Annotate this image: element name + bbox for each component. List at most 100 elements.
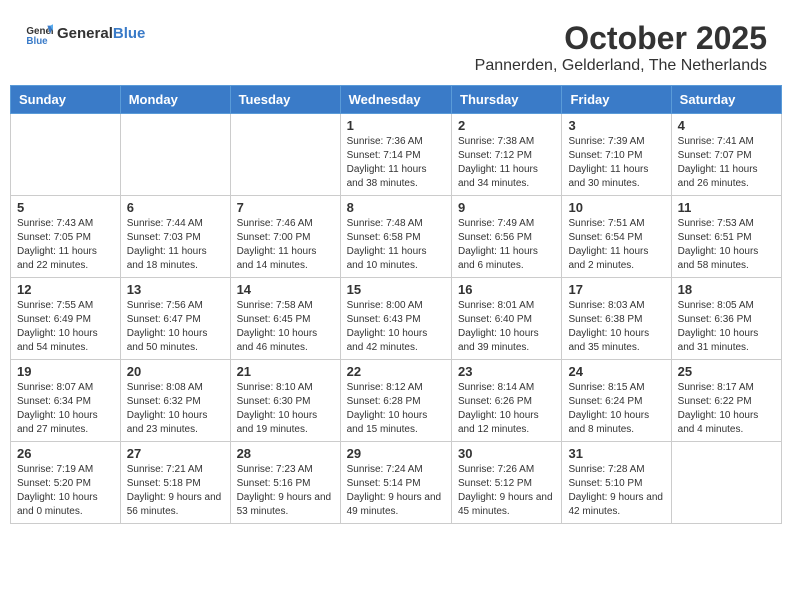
logo-blue: Blue bbox=[113, 25, 146, 42]
day-info: Sunrise: 7:49 AM Sunset: 6:56 PM Dayligh… bbox=[458, 217, 555, 273]
calendar-header-row: Sunday Monday Tuesday Wednesday Thursday… bbox=[11, 86, 782, 114]
calendar-cell: 20Sunrise: 8:08 AM Sunset: 6:32 PM Dayli… bbox=[120, 360, 230, 442]
logo-general: General bbox=[57, 25, 113, 42]
day-info: Sunrise: 7:48 AM Sunset: 6:58 PM Dayligh… bbox=[347, 217, 445, 273]
calendar-cell: 23 Sunrise: 8:14 AM Sunset: 6:26 PM Dayli… bbox=[452, 360, 562, 442]
calendar-cell: 16 Sunrise: 8:01 AM Sunset: 6:40 PM Dayli… bbox=[452, 278, 562, 360]
calendar-cell: 9 Sunrise: 7:49 AM Sunset: 6:56 PM Daylig… bbox=[452, 196, 562, 278]
calendar-cell: 28 Sunrise: 7:23 AM Sunset: 5:16 PM Dayli… bbox=[230, 442, 340, 524]
calendar-cell: 10Sunrise: 7:51 AM Sunset: 6:54 PM Dayli… bbox=[562, 196, 671, 278]
calendar-cell: 21Sunrise: 8:10 AM Sunset: 6:30 PM Dayli… bbox=[230, 360, 340, 442]
calendar-cell: 1 Sunrise: 7:36 AM Sunset: 7:14 PM Daylig… bbox=[340, 114, 451, 196]
day-info: Sunrise: 8:14 AM Sunset: 6:26 PM Dayligh… bbox=[458, 381, 555, 437]
day-info: Sunrise: 7:38 AM Sunset: 7:12 PM Dayligh… bbox=[458, 135, 555, 191]
day-number: 29 bbox=[347, 446, 445, 461]
day-info: Sunrise: 8:10 AM Sunset: 6:30 PM Dayligh… bbox=[237, 381, 334, 437]
month-title: October 2025 bbox=[475, 20, 767, 57]
day-number: 27 bbox=[127, 446, 224, 461]
day-number: 22 bbox=[347, 364, 445, 379]
day-number: 5 bbox=[17, 200, 114, 215]
day-info: Sunrise: 7:53 AM Sunset: 6:51 PM Dayligh… bbox=[678, 217, 775, 273]
day-number: 3 bbox=[568, 118, 664, 133]
calendar-cell: 19 Sunrise: 8:07 AM Sunset: 6:34 PM Dayli… bbox=[11, 360, 121, 442]
col-wednesday: Wednesday bbox=[340, 86, 451, 114]
calendar-cell: 4Sunrise: 7:41 AM Sunset: 7:07 PM Daylig… bbox=[671, 114, 781, 196]
col-thursday: Thursday bbox=[452, 86, 562, 114]
calendar-cell: 15 Sunrise: 8:00 AM Sunset: 6:43 PM Dayli… bbox=[340, 278, 451, 360]
day-info: Sunrise: 7:26 AM Sunset: 5:12 PM Dayligh… bbox=[458, 463, 555, 519]
calendar-table: Sunday Monday Tuesday Wednesday Thursday… bbox=[10, 85, 782, 524]
calendar-cell: 29Sunrise: 7:24 AM Sunset: 5:14 PM Dayli… bbox=[340, 442, 451, 524]
page-container: General Blue GeneralBlue October 2025 Pa… bbox=[10, 10, 782, 524]
day-info: Sunrise: 7:44 AM Sunset: 7:03 PM Dayligh… bbox=[127, 217, 224, 273]
calendar-week-row: 19 Sunrise: 8:07 AM Sunset: 6:34 PM Dayli… bbox=[11, 360, 782, 442]
calendar-cell: 26Sunrise: 7:19 AM Sunset: 5:20 PM Dayli… bbox=[11, 442, 121, 524]
day-number: 11 bbox=[678, 200, 775, 215]
day-number: 19 bbox=[17, 364, 114, 379]
calendar-cell: 8 Sunrise: 7:48 AM Sunset: 6:58 PM Daylig… bbox=[340, 196, 451, 278]
day-info: Sunrise: 7:41 AM Sunset: 7:07 PM Dayligh… bbox=[678, 135, 775, 191]
day-number: 16 bbox=[458, 282, 555, 297]
day-info: Sunrise: 7:58 AM Sunset: 6:45 PM Dayligh… bbox=[237, 299, 334, 355]
day-number: 13 bbox=[127, 282, 224, 297]
calendar-cell: 5 Sunrise: 7:43 AM Sunset: 7:05 PM Daylig… bbox=[11, 196, 121, 278]
day-info: Sunrise: 8:15 AM Sunset: 6:24 PM Dayligh… bbox=[568, 381, 664, 437]
col-tuesday: Tuesday bbox=[230, 86, 340, 114]
svg-text:Blue: Blue bbox=[26, 36, 48, 47]
day-info: Sunrise: 7:28 AM Sunset: 5:10 PM Dayligh… bbox=[568, 463, 664, 519]
day-info: Sunrise: 8:12 AM Sunset: 6:28 PM Dayligh… bbox=[347, 381, 445, 437]
day-number: 8 bbox=[347, 200, 445, 215]
day-info: Sunrise: 8:17 AM Sunset: 6:22 PM Dayligh… bbox=[678, 381, 775, 437]
day-number: 25 bbox=[678, 364, 775, 379]
day-info: Sunrise: 8:07 AM Sunset: 6:34 PM Dayligh… bbox=[17, 381, 114, 437]
day-number: 28 bbox=[237, 446, 334, 461]
calendar-cell: 2 Sunrise: 7:38 AM Sunset: 7:12 PM Daylig… bbox=[452, 114, 562, 196]
calendar-cell bbox=[120, 114, 230, 196]
logo: General Blue GeneralBlue bbox=[25, 20, 145, 48]
day-number: 7 bbox=[237, 200, 334, 215]
day-number: 15 bbox=[347, 282, 445, 297]
calendar-cell: 25 Sunrise: 8:17 AM Sunset: 6:22 PM Dayli… bbox=[671, 360, 781, 442]
day-number: 30 bbox=[458, 446, 555, 461]
calendar-week-row: 1 Sunrise: 7:36 AM Sunset: 7:14 PM Daylig… bbox=[11, 114, 782, 196]
day-info: Sunrise: 7:43 AM Sunset: 7:05 PM Dayligh… bbox=[17, 217, 114, 273]
calendar-cell: 24Sunrise: 8:15 AM Sunset: 6:24 PM Dayli… bbox=[562, 360, 671, 442]
day-number: 14 bbox=[237, 282, 334, 297]
day-number: 31 bbox=[568, 446, 664, 461]
day-number: 6 bbox=[127, 200, 224, 215]
day-number: 1 bbox=[347, 118, 445, 133]
calendar-week-row: 26Sunrise: 7:19 AM Sunset: 5:20 PM Dayli… bbox=[11, 442, 782, 524]
calendar-cell bbox=[671, 442, 781, 524]
day-number: 23 bbox=[458, 364, 555, 379]
calendar-cell: 11 Sunrise: 7:53 AM Sunset: 6:51 PM Dayli… bbox=[671, 196, 781, 278]
calendar-cell: 30 Sunrise: 7:26 AM Sunset: 5:12 PM Dayli… bbox=[452, 442, 562, 524]
day-info: Sunrise: 7:23 AM Sunset: 5:16 PM Dayligh… bbox=[237, 463, 334, 519]
calendar-week-row: 12Sunrise: 7:55 AM Sunset: 6:49 PM Dayli… bbox=[11, 278, 782, 360]
day-number: 9 bbox=[458, 200, 555, 215]
logo-icon: General Blue bbox=[25, 20, 53, 48]
day-number: 17 bbox=[568, 282, 664, 297]
day-info: Sunrise: 8:03 AM Sunset: 6:38 PM Dayligh… bbox=[568, 299, 664, 355]
col-friday: Friday bbox=[562, 86, 671, 114]
calendar-cell: 18 Sunrise: 8:05 AM Sunset: 6:36 PM Dayli… bbox=[671, 278, 781, 360]
day-info: Sunrise: 7:19 AM Sunset: 5:20 PM Dayligh… bbox=[17, 463, 114, 519]
day-info: Sunrise: 7:36 AM Sunset: 7:14 PM Dayligh… bbox=[347, 135, 445, 191]
col-saturday: Saturday bbox=[671, 86, 781, 114]
calendar-cell: 27Sunrise: 7:21 AM Sunset: 5:18 PM Dayli… bbox=[120, 442, 230, 524]
day-info: Sunrise: 8:00 AM Sunset: 6:43 PM Dayligh… bbox=[347, 299, 445, 355]
calendar-cell: 7Sunrise: 7:46 AM Sunset: 7:00 PM Daylig… bbox=[230, 196, 340, 278]
day-number: 2 bbox=[458, 118, 555, 133]
day-number: 18 bbox=[678, 282, 775, 297]
col-monday: Monday bbox=[120, 86, 230, 114]
calendar-cell: 3 Sunrise: 7:39 AM Sunset: 7:10 PM Daylig… bbox=[562, 114, 671, 196]
calendar-cell: 6 Sunrise: 7:44 AM Sunset: 7:03 PM Daylig… bbox=[120, 196, 230, 278]
day-info: Sunrise: 8:05 AM Sunset: 6:36 PM Dayligh… bbox=[678, 299, 775, 355]
calendar-week-row: 5 Sunrise: 7:43 AM Sunset: 7:05 PM Daylig… bbox=[11, 196, 782, 278]
calendar-cell: 13 Sunrise: 7:56 AM Sunset: 6:47 PM Dayli… bbox=[120, 278, 230, 360]
logo-text: GeneralBlue bbox=[57, 26, 145, 43]
location-title: Pannerden, Gelderland, The Netherlands bbox=[475, 57, 767, 75]
day-info: Sunrise: 7:55 AM Sunset: 6:49 PM Dayligh… bbox=[17, 299, 114, 355]
day-info: Sunrise: 7:56 AM Sunset: 6:47 PM Dayligh… bbox=[127, 299, 224, 355]
day-info: Sunrise: 7:39 AM Sunset: 7:10 PM Dayligh… bbox=[568, 135, 664, 191]
day-info: Sunrise: 8:01 AM Sunset: 6:40 PM Dayligh… bbox=[458, 299, 555, 355]
